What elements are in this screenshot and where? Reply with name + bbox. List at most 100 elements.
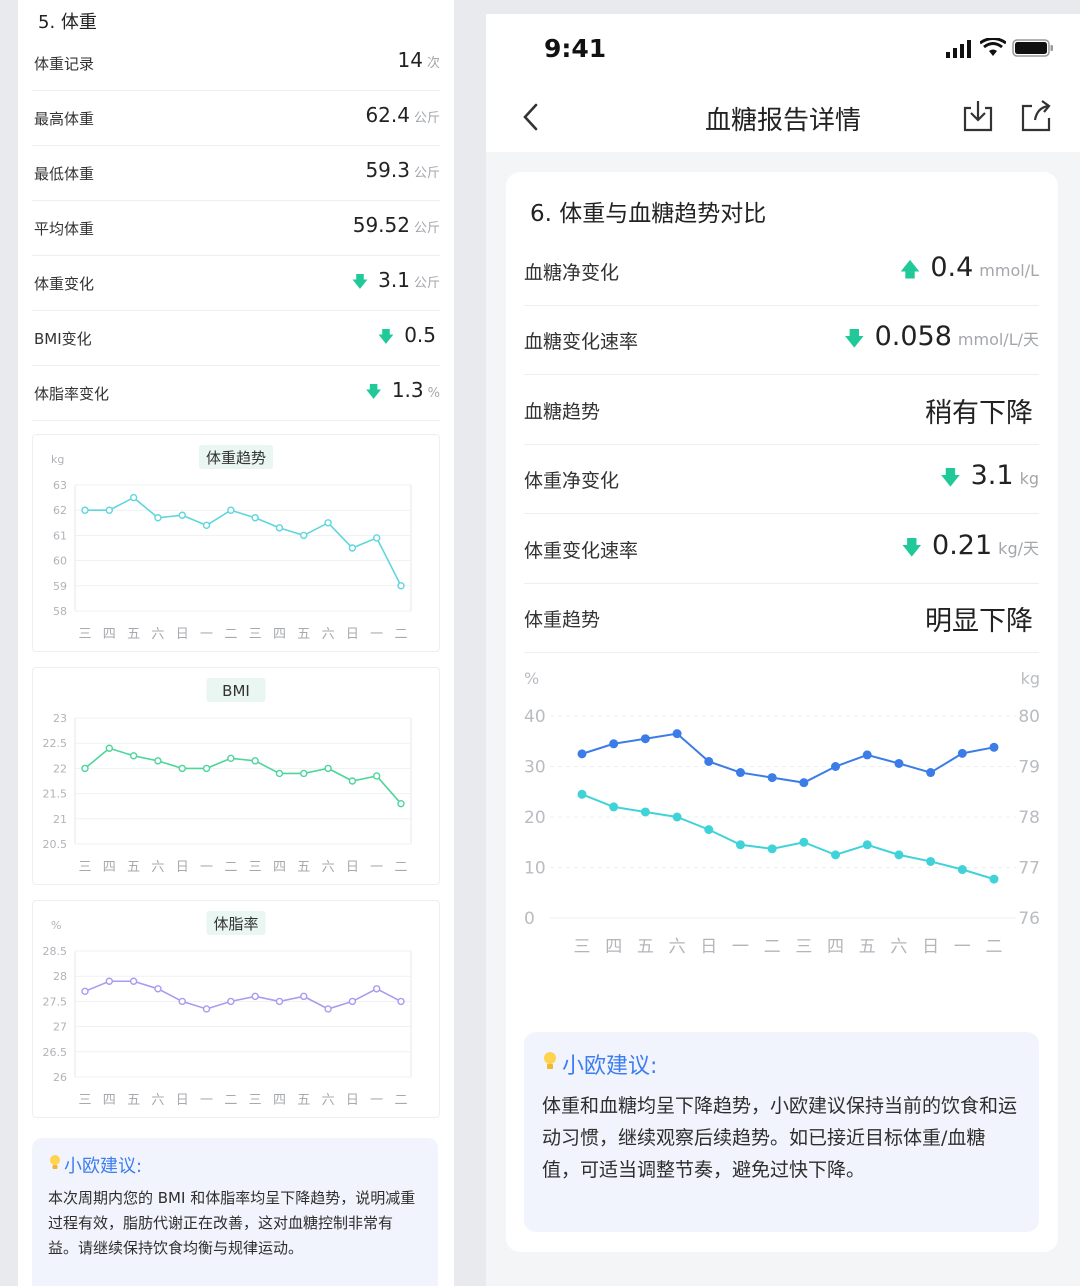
y-tick-label-right: 78 [1018,808,1040,828]
x-tick-label: 五 [127,860,140,875]
stat-value: 59.3 公斤 [365,158,440,182]
weight-data-point [831,850,841,860]
y-tick-label: 21 [53,813,67,826]
data-point [154,514,162,522]
y-tick-label-left: 10 [524,859,546,879]
y-tick-label-left: 20 [524,808,546,828]
x-tick-label: 二 [224,860,237,875]
stat-label: 最低体重 [34,165,95,183]
x-tick-label: 二 [986,937,1003,957]
y-axis-unit-right: kg [1021,669,1040,688]
x-tick-label: 二 [394,860,407,875]
advice-text: 体重和血糖均呈下降趋势，小欧建议保持当前的饮食和运动习惯，继续观察后续趋势。如已… [542,1095,1018,1181]
arrow-down-icon: 🡇 [365,382,382,401]
x-tick-label: 日 [922,937,939,957]
x-tick-label: 三 [249,627,262,642]
x-tick-label: 一 [732,937,749,957]
cv-data-point [989,742,999,752]
y-tick-label: 60 [53,555,67,568]
stat-label: 最高体重 [34,110,95,128]
y-tick-label-left: 30 [524,758,546,778]
stat-value: 62.4 公斤 [365,103,440,127]
data-point [372,534,381,542]
arrow-down-icon: 🡇 [377,327,395,346]
weight-data-point [640,807,650,817]
data-point [275,769,284,778]
weight-data-point [767,844,777,854]
stat-unit: 公斤 [413,276,440,291]
data-point [372,772,381,780]
y-tick-label: 28 [53,970,67,983]
stat-value: 🡇 1.3% [365,378,440,402]
weight-data-point [894,850,904,860]
x-tick-label: 五 [297,627,310,642]
y-tick-label: 22.5 [43,737,68,750]
x-tick-label: 四 [103,860,116,875]
y-axis-unit: % [51,919,61,932]
data-point [227,506,235,514]
status-time: 9:41 [544,34,607,63]
data-point [397,582,405,590]
y-tick-label: 61 [53,529,67,542]
x-tick-label: 六 [322,627,335,642]
y-tick-label: 21.5 [43,788,68,801]
data-point [178,511,186,519]
x-tick-label: 一 [954,937,971,957]
stat-value: 🡇 0.5 [377,323,436,347]
weight-data-point [926,856,936,866]
share-icon[interactable] [1018,98,1054,134]
stat-row: 体重记录 14 次 [32,36,440,91]
x-tick-label: 五 [297,860,310,875]
data-point [348,777,357,785]
download-icon[interactable] [960,98,996,134]
data-point [178,997,186,1006]
data-point [275,997,284,1006]
data-point [275,524,284,532]
stat-label: 体重记录 [34,55,95,73]
data-point [81,764,89,773]
advice-title: 小欧建议: [542,1048,657,1080]
x-tick-label: 三 [249,1093,262,1108]
data-point [105,744,114,752]
x-tick-label: 六 [890,937,907,957]
data-point [81,987,89,996]
data-point [397,799,405,808]
y-tick-label: 20.5 [43,838,68,851]
cv-data-point [957,748,967,758]
data-point [397,997,405,1006]
cv-data-point [735,768,745,778]
y-tick-label: 23 [53,712,67,725]
x-tick-label: 六 [322,1093,335,1108]
data-point [324,1005,332,1013]
y-tick-label: 59 [53,580,67,593]
x-tick-label: 三 [78,1093,91,1108]
stat-label: 体重变化 [34,275,95,293]
data-point [154,985,162,993]
y-tick-label-right: 77 [1018,859,1040,879]
x-tick-label: 三 [574,937,591,957]
cv-data-point [862,750,872,760]
battery-icon [1012,39,1053,57]
weight-data-point [609,802,619,812]
data-point [300,769,308,778]
stat-value: 59.52 公斤 [352,213,440,237]
x-tick-label: 四 [273,860,286,875]
lightbulb-icon [48,1154,64,1177]
data-point [251,757,259,765]
bmi-trend-chart: BMI 23 22.5 22 21.5 21 20.5 三四五六日一二三四五六日一二 [32,667,440,885]
x-tick-label: 日 [176,1093,189,1108]
x-tick-label: 二 [224,627,237,642]
x-tick-label: 四 [605,937,622,957]
y-tick-label-left: 40 [524,707,546,727]
y-tick-label: 27 [53,1021,67,1034]
x-tick-label: 日 [346,627,359,642]
stat-row: 最低体重 59.3 公斤 [32,146,440,201]
x-tick-label: 三 [78,860,91,875]
stat-unit: % [427,386,440,401]
y-tick-label: 26.5 [43,1046,68,1059]
series-line [85,496,402,587]
stat-unit: 次 [426,56,440,71]
weight-data-point [862,840,872,850]
y-axis-unit-left: % [524,669,539,688]
status-bar: 9:41 [486,14,1080,86]
